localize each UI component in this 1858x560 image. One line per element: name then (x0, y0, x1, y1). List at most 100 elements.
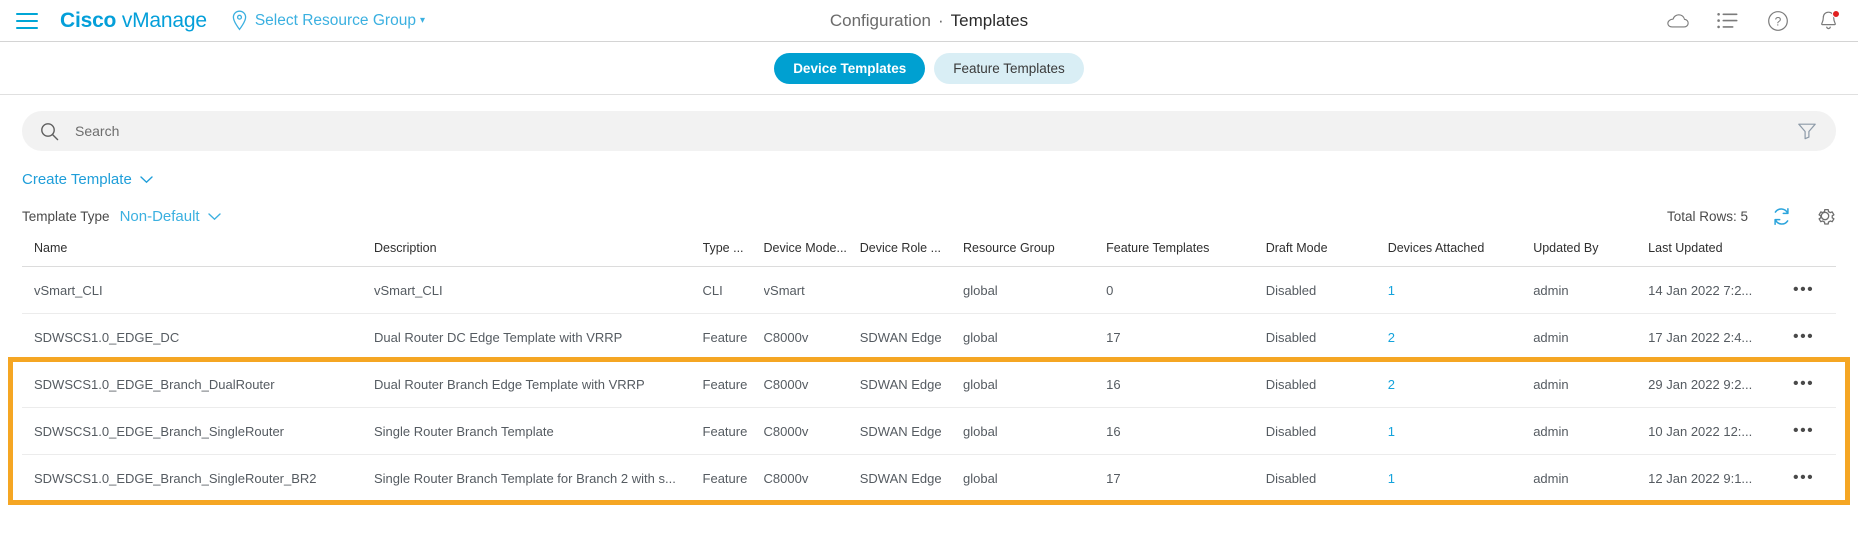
help-icon[interactable]: ? (1766, 9, 1790, 33)
template-type: Feature (702, 360, 764, 408)
devices-attached-link[interactable]: 2 (1387, 313, 1534, 361)
device-role (859, 266, 963, 314)
devices-attached-link[interactable]: 2 (1387, 360, 1534, 408)
column-header-device-role[interactable]: Device Role ... (860, 241, 963, 267)
tab-device-templates[interactable]: Device Templates (774, 52, 926, 84)
updated-by: admin (1533, 407, 1649, 455)
resource-group: global (962, 313, 1107, 361)
template-description: vSmart_CLI (374, 266, 703, 314)
resource-group: global (962, 407, 1107, 455)
device-model: C8000v (763, 360, 860, 408)
column-header-device-model[interactable]: Device Mode... (764, 241, 860, 267)
brand-logo: Cisco vManage (60, 9, 207, 33)
filter-funnel-icon[interactable] (1794, 118, 1820, 144)
column-header-draft-mode[interactable]: Draft Mode (1266, 241, 1388, 267)
create-template-button[interactable]: Create Template (22, 171, 153, 188)
resource-group-selector[interactable]: Select Resource Group ▾ (231, 10, 425, 31)
table-tools: Total Rows: 5 (1667, 205, 1836, 227)
template-tab-group: Device Templates Feature Templates (0, 42, 1858, 95)
column-header-description[interactable]: Description (374, 241, 703, 267)
resource-group: global (962, 470, 998, 486)
template-name: SDWSCS1.0_EDGE_Branch_SingleRouter_BR2 (34, 470, 317, 486)
table-header-row: Name Description Type ... Device Mode...… (22, 241, 1836, 267)
updated-by: admin (1533, 313, 1649, 361)
create-template-row: Create Template (22, 171, 1836, 189)
location-pin-icon (231, 10, 248, 31)
last-updated: 12 Jan 2022 9:1... (1648, 470, 1753, 486)
table-row[interactable]: SDWSCS1.0_EDGE_Branch_SingleRouter Single… (22, 407, 1836, 455)
table-row[interactable]: SDWSCS1.0_EDGE_DC Dual Router DC Edge Tem… (22, 313, 1836, 361)
column-header-feature-templates[interactable]: Feature Templates (1106, 241, 1266, 267)
breadcrumb-separator: · (937, 11, 944, 30)
search-bar (22, 111, 1836, 151)
row-actions-menu[interactable]: ••• (1789, 455, 1836, 502)
device-role: SDWAN Edge (859, 470, 942, 486)
template-name: SDWSCS1.0_EDGE_Branch_DualRouter (22, 360, 374, 408)
row-actions-menu[interactable]: ••• (1788, 407, 1836, 455)
top-bar-icon-group: ? (1666, 9, 1840, 33)
cloud-icon[interactable] (1666, 9, 1690, 33)
main-content: Create Template Template Type Non-Defaul… (0, 95, 1858, 505)
draft-mode: Disabled (1265, 313, 1388, 361)
brand-cisco-text: Cisco (60, 8, 117, 32)
chevron-down-icon (140, 171, 153, 188)
row-actions-menu[interactable]: ••• (1788, 313, 1836, 361)
table-body: vSmart_CLI vSmart_CLI CLI vSmart global 0 Disa… (22, 266, 1836, 502)
tasks-list-icon[interactable] (1716, 9, 1740, 33)
device-role: SDWAN Edge (859, 407, 963, 455)
column-header-name[interactable]: Name (22, 241, 374, 267)
table-row[interactable]: SDWSCS1.0_EDGE_Branch_SingleRouter_BR2 Si… (22, 455, 1836, 502)
resource-group: global (962, 266, 1107, 314)
table-header: Name Description Type ... Device Mode...… (22, 241, 1836, 267)
device-model: C8000v (763, 470, 809, 486)
updated-by: admin (1533, 360, 1649, 408)
column-header-last-updated[interactable]: Last Updated (1648, 241, 1789, 267)
resource-group: global (962, 360, 1107, 408)
template-type: Feature (702, 407, 764, 455)
template-name: vSmart_CLI (22, 266, 374, 314)
device-model: vSmart (763, 266, 860, 314)
devices-attached-link[interactable]: 1 (1387, 266, 1534, 314)
last-updated: 14 Jan 2022 7:2... (1648, 266, 1789, 314)
column-header-type[interactable]: Type ... (703, 241, 764, 267)
notifications-bell-icon[interactable] (1816, 9, 1840, 33)
template-description: Single Router Branch Template for Branch… (374, 470, 676, 486)
hamburger-menu-icon[interactable] (16, 12, 38, 29)
refresh-icon[interactable] (1770, 205, 1792, 227)
template-description: Dual Router DC Edge Template with VRRP (374, 313, 703, 361)
last-updated: 29 Jan 2022 9:2... (1648, 360, 1789, 408)
table-row[interactable]: SDWSCS1.0_EDGE_Branch_DualRouter Dual Rou… (22, 360, 1836, 408)
draft-mode: Disabled (1265, 266, 1388, 314)
tab-feature-templates[interactable]: Feature Templates (934, 52, 1084, 84)
device-role: SDWAN Edge (859, 360, 963, 408)
column-header-resource-group[interactable]: Resource Group (963, 241, 1106, 267)
device-model: C8000v (763, 407, 860, 455)
chevron-down-icon: ▾ (419, 14, 425, 26)
table-row[interactable]: vSmart_CLI vSmart_CLI CLI vSmart global 0 Disa… (22, 266, 1836, 314)
template-type-dropdown[interactable]: Non-Default (120, 208, 221, 225)
template-type: Feature (702, 313, 764, 361)
search-input[interactable] (75, 123, 1794, 139)
column-header-devices-attached[interactable]: Devices Attached (1388, 241, 1533, 267)
gear-icon[interactable] (1814, 205, 1836, 227)
breadcrumb-parent: Configuration (829, 11, 931, 30)
total-rows-label: Total Rows: 5 (1666, 208, 1748, 224)
template-type: CLI (702, 266, 764, 314)
last-updated: 10 Jan 2022 12:... (1648, 407, 1789, 455)
create-template-label: Create Template (22, 171, 132, 188)
templates-table: Name Description Type ... Device Mode...… (22, 241, 1836, 501)
draft-mode: Disabled (1265, 470, 1317, 486)
chevron-down-icon (207, 208, 221, 225)
row-actions-menu[interactable]: ••• (1788, 360, 1836, 408)
breadcrumb-current: Templates (950, 11, 1029, 30)
devices-attached-link[interactable]: 1 (1387, 407, 1534, 455)
template-name: SDWSCS1.0_EDGE_DC (22, 313, 374, 361)
svg-text:?: ? (1775, 14, 1782, 28)
column-header-updated-by[interactable]: Updated By (1533, 241, 1648, 267)
device-role: SDWAN Edge (859, 313, 963, 361)
devices-attached-link[interactable]: 1 (1388, 455, 1533, 502)
template-type-row: Template Type Non-Default Total Rows: 5 (22, 203, 1836, 229)
row-actions-menu[interactable]: ••• (1788, 266, 1836, 314)
vmanage-app: Cisco vManage Select Resource Group ▾ Co… (0, 0, 1858, 560)
brand-vmanage-text: vManage (121, 8, 207, 32)
